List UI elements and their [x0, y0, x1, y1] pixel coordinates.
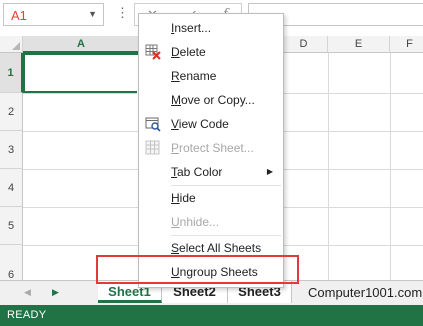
column-header-e[interactable]: E — [328, 36, 390, 53]
menu-item-delete[interactable]: Delete — [139, 40, 283, 64]
active-cell-a1[interactable] — [23, 53, 142, 95]
menu-item-label: Delete — [171, 45, 206, 59]
menu-item-label: Hide — [171, 191, 196, 205]
column-header-a[interactable]: A — [23, 36, 140, 53]
menu-item-label: Rename — [171, 69, 217, 83]
row-header-1[interactable]: 1 — [0, 53, 23, 93]
name-box-dropdown-icon[interactable]: ▼ — [88, 9, 97, 19]
annotation-highlight-box — [96, 255, 299, 284]
menu-item-label: Insert... — [171, 21, 212, 35]
menu-item-rename[interactable]: Rename — [139, 64, 283, 88]
menu-item-view-code[interactable]: View Code — [139, 112, 283, 136]
menu-item-insert[interactable]: Insert... — [139, 16, 283, 40]
menu-item-tab-color[interactable]: Tab Color ▶ — [139, 160, 283, 184]
view-code-icon — [145, 117, 161, 132]
row-header-4[interactable]: 4 — [0, 169, 23, 207]
menu-item-label: Protect Sheet... — [171, 141, 254, 155]
status-bar: READY — [0, 305, 423, 326]
protect-sheet-icon — [145, 140, 160, 155]
menu-item-unhide[interactable]: Unhide... — [139, 210, 283, 234]
menu-item-hide[interactable]: Hide — [139, 186, 283, 210]
menu-item-move-or-copy[interactable]: Move or Copy... — [139, 88, 283, 112]
row-header-3[interactable]: 3 — [0, 131, 23, 169]
scroll-tabs-left-icon[interactable]: ◀ — [24, 287, 31, 298]
column-header-f[interactable]: F — [390, 36, 423, 53]
menu-item-label: View Code — [171, 117, 229, 131]
column-header-d[interactable]: D — [280, 36, 328, 53]
row-header-6[interactable]: 6 — [0, 245, 23, 280]
delete-sheet-icon — [145, 44, 161, 60]
name-box-value: A1 — [11, 8, 27, 23]
menu-item-label: Move or Copy... — [171, 93, 255, 107]
menu-item-label: Unhide... — [171, 215, 220, 229]
status-text: READY — [7, 309, 47, 321]
menu-item-protect-sheet[interactable]: Protect Sheet... — [139, 136, 283, 160]
watermark-text: Computer1001.com — [308, 285, 423, 300]
select-all-corner[interactable] — [0, 36, 23, 53]
sheet-tab-context-menu: Insert... Delete Rename Move or Copy... … — [138, 13, 284, 288]
row-header-5[interactable]: 5 — [0, 207, 23, 245]
submenu-arrow-icon: ▶ — [266, 167, 273, 176]
row-header-2[interactable]: 2 — [0, 93, 23, 131]
menu-item-label: Tab Color — [171, 165, 223, 179]
name-box[interactable]: A1 ▼ — [3, 3, 104, 26]
scroll-tabs-right-icon[interactable]: ▶ — [52, 287, 59, 298]
formula-bar-grip-icon[interactable]: ⋮ — [116, 6, 129, 20]
